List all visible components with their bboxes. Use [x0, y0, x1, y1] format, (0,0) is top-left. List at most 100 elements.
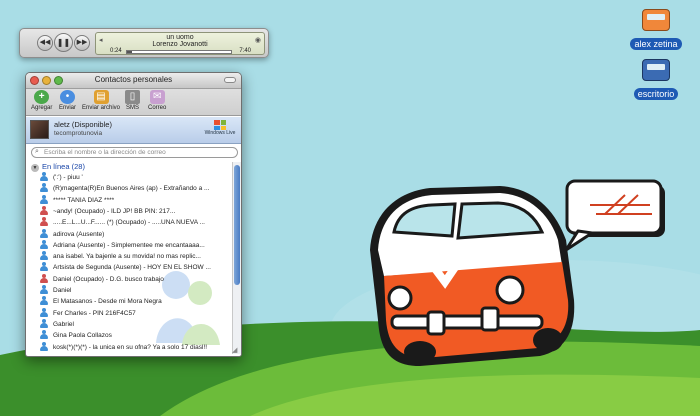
contact-row[interactable]: Adriana (Ausente) - Simplementee me enca… — [40, 239, 233, 251]
contact-row[interactable]: Artsista de Segunda (Ausente) - HOY EN E… — [40, 262, 233, 273]
search-icon: ⌕ — [35, 148, 39, 155]
send-message-icon: • — [60, 90, 75, 104]
messenger-window: Contactos personales + Agregar • Enviar … — [25, 72, 242, 357]
contact-row[interactable]: ana isabel. Ya bajenle a su movida! no m… — [40, 251, 233, 262]
buddy-status-icon — [40, 307, 49, 317]
contact-name: Artsista de Segunda (Ausente) - HOY EN E… — [53, 264, 211, 272]
contact-name: Daniel (Ocupado) - D.G. busco trabajo — [53, 275, 164, 283]
contact-name: kosk(*)(*)(*) - la unica en su ofna? Ya … — [53, 343, 208, 351]
contact-row[interactable]: (':') - piuu ' — [40, 172, 233, 183]
windows-live-logo: Windows Live — [204, 120, 236, 136]
toolbar-label: Enviar — [59, 105, 77, 111]
van-illustration — [370, 186, 575, 366]
buddy-status-icon — [40, 285, 49, 294]
previous-icon[interactable]: ◀◀ — [37, 35, 53, 51]
sms-button[interactable]: ▯ SMS — [125, 90, 140, 111]
contact-name: Gabriel — [53, 320, 74, 328]
song-title: un uomo — [166, 34, 194, 41]
add-contact-icon: + — [34, 90, 50, 104]
mail-button[interactable]: ✉ Correo — [148, 90, 166, 111]
contact-row[interactable]: El Matasanos - Desde mi Mora Negra — [40, 296, 233, 307]
contact-search-input[interactable]: ⌕ Escriba el nombre o la dirección de co… — [31, 147, 238, 158]
desktop-icon-alex-zetina[interactable]: alex zetina — [621, 9, 691, 52]
send-file-icon: ▤ — [93, 90, 109, 104]
avatar[interactable] — [30, 120, 49, 139]
personal-message[interactable]: tecomprotunovia — [54, 130, 102, 137]
elapsed-time: 0:24 — [110, 48, 122, 54]
contact-name: ***** TANIA DIAZ **** — [53, 196, 115, 204]
contact-list: ▼ En línea (28) (':') - piuu ' (R)magenta(… — [26, 162, 233, 352]
buddy-status-icon — [40, 228, 49, 238]
song-artist: Lorenzo Jovanotti — [152, 41, 208, 48]
contact-name: El Matasanos - Desde mi Mora Negra — [53, 298, 162, 306]
toolbar-label: Correo — [148, 105, 167, 111]
next-icon[interactable]: ▶▶ — [74, 35, 90, 51]
online-group-header[interactable]: ▼ En línea (28) — [31, 162, 85, 172]
contact-row[interactable]: Daniel — [40, 285, 233, 296]
window-titlebar[interactable]: Contactos personales — [26, 73, 241, 89]
contact-row[interactable]: Fer Charles - PIN 216F4C57 — [40, 307, 233, 319]
toolbar-label: SMS — [125, 105, 139, 111]
song-progress-bar[interactable] — [126, 50, 232, 54]
send-message-button[interactable]: • Enviar — [59, 90, 76, 111]
buddy-status-icon — [40, 183, 49, 193]
desktop-icon-label: escritorio — [633, 88, 679, 100]
contact-name: adirova (Ausente) — [53, 230, 105, 238]
sms-icon: ▯ — [125, 90, 140, 104]
contact-row[interactable]: kosk(*)(*)(*) - la unica en su ofna? Ya … — [40, 341, 233, 353]
contact-row[interactable]: ***** TANIA DIAZ **** — [40, 194, 233, 206]
toolbar-toggle-button[interactable] — [224, 77, 236, 83]
windows-live-label: Windows Live — [204, 130, 236, 136]
contact-name: (R)magenta(R)En Buenos Aires (ap) - Extr… — [53, 185, 210, 193]
profile-panel[interactable]: aletz (Disponible) tecomprotunovia Windo… — [26, 117, 241, 144]
scrollbar-thumb[interactable] — [234, 165, 240, 285]
buddy-status-icon — [40, 194, 49, 204]
profile-name[interactable]: aletz (Disponible) — [54, 120, 112, 129]
windows-flag-icon — [214, 120, 226, 130]
buddy-status-icon — [40, 172, 49, 181]
buddy-status-icon — [40, 251, 49, 261]
contact-row[interactable]: Gina Paola Collazos — [40, 330, 233, 341]
send-file-button[interactable]: ▤ Enviar archivo — [82, 90, 120, 111]
contact-row[interactable]: adirova (Ausente) — [40, 228, 233, 240]
desktop: alex zetina escritorio ◀◀ ❚❚ ▶▶ ◂ ◉ un u… — [0, 0, 700, 416]
play-pause-icon[interactable]: ❚❚ — [54, 33, 73, 52]
contact-row[interactable]: .....E...L...U...F...... (*) (Ocupado) -… — [40, 217, 233, 228]
desktop-icon-label: alex zetina — [630, 38, 682, 50]
buddy-status-icon — [40, 318, 49, 328]
resize-grip-icon[interactable]: ◢ — [232, 347, 240, 355]
buddy-status-icon — [40, 205, 49, 215]
window-title: Contactos personales — [94, 75, 173, 84]
contact-row[interactable]: (R)magenta(R)En Buenos Aires (ap) - Extr… — [40, 183, 233, 194]
now-playing-display: ◂ ◉ un uomo Lorenzo Jovanotti 0:24 7:40 — [95, 32, 265, 55]
itunes-mini-player: ◀◀ ❚❚ ▶▶ ◂ ◉ un uomo Lorenzo Jovanotti 0… — [19, 28, 269, 58]
contact-name: ana isabel. Ya bajenle a su movida! no m… — [53, 253, 201, 261]
contact-row[interactable]: Daniel (Ocupado) - D.G. busco trabajo — [40, 273, 233, 285]
buddy-status-icon — [40, 217, 49, 227]
song-progress-fill — [127, 51, 133, 53]
buddy-status-icon — [40, 262, 49, 272]
buddy-status-icon — [40, 239, 49, 249]
group-label: En línea (28) — [42, 162, 85, 171]
contact-row[interactable]: Gabriel — [40, 318, 233, 330]
toolbar-label: Agregar — [31, 105, 53, 111]
desktop-icon-escritorio[interactable]: escritorio — [621, 59, 691, 102]
contact-name: Adriana (Ausente) - Simplementee me enca… — [53, 241, 205, 249]
contact-list-scrollbar[interactable] — [232, 162, 241, 354]
buddy-status-icon — [40, 341, 49, 351]
messenger-toolbar: + Agregar • Enviar ▤ Enviar archivo ▯ SM… — [26, 89, 241, 116]
add-contact-button[interactable]: + Agregar — [31, 90, 52, 111]
mail-icon: ✉ — [149, 90, 165, 104]
disclosure-triangle-icon[interactable]: ▼ — [31, 164, 39, 172]
toolbar-label: Enviar archivo — [82, 105, 121, 111]
search-placeholder: Escriba el nombre o la dirección de corr… — [44, 149, 166, 156]
buddy-status-icon — [40, 296, 49, 306]
buddy-status-icon — [40, 330, 49, 340]
contact-row[interactable]: ~andy! (Ocupado) - ILD JP! BB PIN: 217..… — [40, 205, 233, 217]
contact-name: ~andy! (Ocupado) - ILD JP! BB PIN: 217..… — [53, 207, 176, 215]
orange-van-icon — [642, 9, 670, 31]
contact-name: (':') - piuu ' — [53, 174, 83, 181]
contact-name: Daniel — [53, 287, 72, 294]
total-time: 7:40 — [239, 48, 251, 54]
blue-van-icon — [642, 59, 670, 81]
